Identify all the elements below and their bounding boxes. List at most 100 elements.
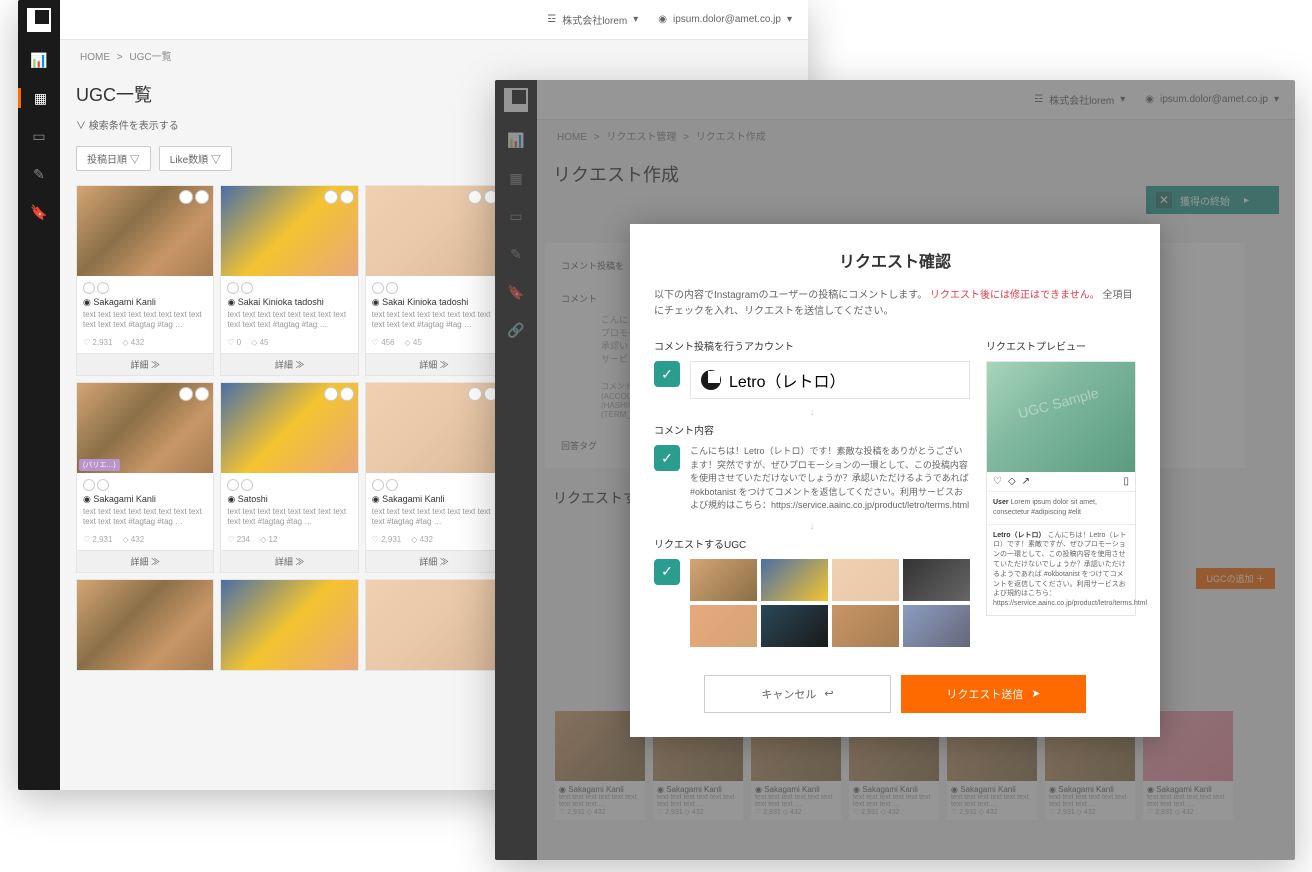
check-icon[interactable] <box>386 479 398 491</box>
card-text: text text text text text text text text … <box>372 310 496 334</box>
detail-button[interactable]: 詳細 ≫ <box>366 550 502 572</box>
sort-date-button[interactable]: 投稿日順 ▽ <box>76 146 151 171</box>
check-icon[interactable] <box>241 479 253 491</box>
stat-comments: ◇ 432 <box>122 535 144 544</box>
nav-tag-icon[interactable]: 🔖 <box>29 202 49 222</box>
bookmark-icon[interactable]: ▯ <box>1123 476 1129 487</box>
avatar-icon <box>701 370 721 390</box>
check-icon[interactable]: ✓ <box>654 559 680 585</box>
detail-button[interactable]: 詳細 ≫ <box>366 353 502 375</box>
card-user: ◉ Satoshi <box>227 494 351 505</box>
badge-icon[interactable] <box>195 387 209 401</box>
badge-icon[interactable] <box>468 190 482 204</box>
stat-likes: ♡ 2,931 <box>83 535 112 544</box>
logo-icon <box>27 8 51 32</box>
user-dropdown[interactable]: ◉ ipsum.dolor@amet.co.jp ▾ <box>658 14 792 25</box>
check-icon[interactable]: ✓ <box>654 445 680 471</box>
heart-icon[interactable]: ♡ <box>993 476 1002 487</box>
share-icon[interactable]: ↗ <box>1022 476 1030 487</box>
thumbnail[interactable] <box>832 559 899 601</box>
nav-chart-icon[interactable]: 📊 <box>29 50 49 70</box>
thumbnail[interactable] <box>903 559 970 601</box>
request-create-window: 📊 ▦ ▭ ✎ 🔖 🔗 ☲ 株式会社lorem ▾ ◉ ipsum.dolor@… <box>495 80 1295 860</box>
card-image <box>221 383 357 473</box>
badge-icon[interactable] <box>195 190 209 204</box>
ugc-card[interactable] <box>220 579 358 671</box>
detail-button[interactable]: 詳細 ≫ <box>77 550 213 572</box>
check-icon[interactable] <box>97 282 109 294</box>
nav-edit-icon[interactable]: ✎ <box>29 164 49 184</box>
star-icon[interactable] <box>227 479 239 491</box>
account-name: Letro（レトロ） <box>729 368 845 392</box>
detail-button[interactable]: 詳細 ≫ <box>77 353 213 375</box>
stat-comments: ◇ 45 <box>251 338 268 347</box>
star-icon[interactable] <box>83 282 95 294</box>
arrow-down-icon: ↓ <box>654 407 970 418</box>
badge-icon[interactable] <box>468 387 482 401</box>
breadcrumb: HOME > UGC一覧 <box>60 40 808 71</box>
ugc-card[interactable] <box>76 579 214 671</box>
ugc-card[interactable]: ◉ Sakagami Kanli text text text text tex… <box>76 185 214 376</box>
stat-likes: ♡ 2,931 <box>372 535 401 544</box>
sort-like-button[interactable]: Like数順 ▽ <box>159 146 232 171</box>
stat-comments: ◇ 45 <box>405 338 422 347</box>
detail-button[interactable]: 詳細 ≫ <box>221 353 357 375</box>
preview-user: User <box>993 499 1009 506</box>
send-button[interactable]: リクエスト送信 ➤ <box>901 675 1086 713</box>
card-image <box>77 580 213 670</box>
thumbnail[interactable] <box>832 605 899 647</box>
badge-icon[interactable] <box>179 387 193 401</box>
ugc-card[interactable] <box>365 579 503 671</box>
ugc-card[interactable]: ◉ Sakagami Kanli text text text text tex… <box>365 382 503 573</box>
section-label: コメント内容 <box>654 422 970 437</box>
stat-likes: ♡ 2,931 <box>83 338 112 347</box>
badge-icon[interactable] <box>324 387 338 401</box>
badge-icon[interactable] <box>324 190 338 204</box>
preview-actions: ♡ ◇ ↗ ▯ <box>987 472 1135 492</box>
check-icon[interactable]: ✓ <box>654 361 680 387</box>
section-label: リクエストするUGC <box>654 536 970 551</box>
star-icon[interactable] <box>372 282 384 294</box>
ugc-card[interactable]: ◉ Sakai Kinioka tadoshi text text text t… <box>220 185 358 376</box>
badge-icon[interactable] <box>340 190 354 204</box>
star-icon[interactable] <box>227 282 239 294</box>
star-icon[interactable] <box>83 479 95 491</box>
return-icon: ↩ <box>824 687 833 700</box>
card-image <box>77 186 213 276</box>
card-user: ◉ Sakagami Kanli <box>372 494 496 505</box>
card-user: ◉ Sakai Kinioka tadoshi <box>372 297 496 308</box>
badge-icon[interactable] <box>179 190 193 204</box>
badge-icon[interactable] <box>340 387 354 401</box>
ugc-card[interactable]: ◉ Satoshi text text text text text text … <box>220 382 358 573</box>
card-image <box>221 580 357 670</box>
company-dropdown[interactable]: ☲ 株式会社lorem ▾ <box>547 12 638 27</box>
ugc-card[interactable]: (バリエ…) ◉ Sakagami Kanli text text text t… <box>76 382 214 573</box>
card-text: text text text text text text text text … <box>372 507 496 531</box>
thumbnail[interactable] <box>690 559 757 601</box>
arrow-down-icon: ↓ <box>654 521 970 532</box>
detail-button[interactable]: 詳細 ≫ <box>221 550 357 572</box>
thumbnail[interactable] <box>903 605 970 647</box>
check-icon[interactable] <box>241 282 253 294</box>
nav-card-icon[interactable]: ▭ <box>29 126 49 146</box>
star-icon[interactable] <box>372 479 384 491</box>
thumbnail[interactable] <box>761 605 828 647</box>
check-icon[interactable] <box>97 479 109 491</box>
modal-title: リクエスト確認 <box>654 248 1136 272</box>
nav-grid-icon[interactable]: ▦ <box>18 88 60 108</box>
comment-icon[interactable]: ◇ <box>1008 476 1016 487</box>
card-user: ◉ Sakai Kinioka tadoshi <box>227 297 351 308</box>
thumbnail[interactable] <box>761 559 828 601</box>
thumbnail[interactable] <box>690 605 757 647</box>
check-icon[interactable] <box>386 282 398 294</box>
cancel-button[interactable]: キャンセル ↩ <box>704 675 891 713</box>
card-image <box>366 186 502 276</box>
preview-image <box>987 362 1135 472</box>
preview-brand: Letro（レトロ） <box>993 532 1046 539</box>
crumb-home[interactable]: HOME <box>80 52 110 63</box>
preview-label: リクエストプレビュー <box>986 338 1136 353</box>
card-image <box>221 186 357 276</box>
ugc-card[interactable]: ◉ Sakai Kinioka tadoshi text text text t… <box>365 185 503 376</box>
stat-comments: ◇ 432 <box>411 535 433 544</box>
ugc-thumbnails <box>690 559 970 647</box>
